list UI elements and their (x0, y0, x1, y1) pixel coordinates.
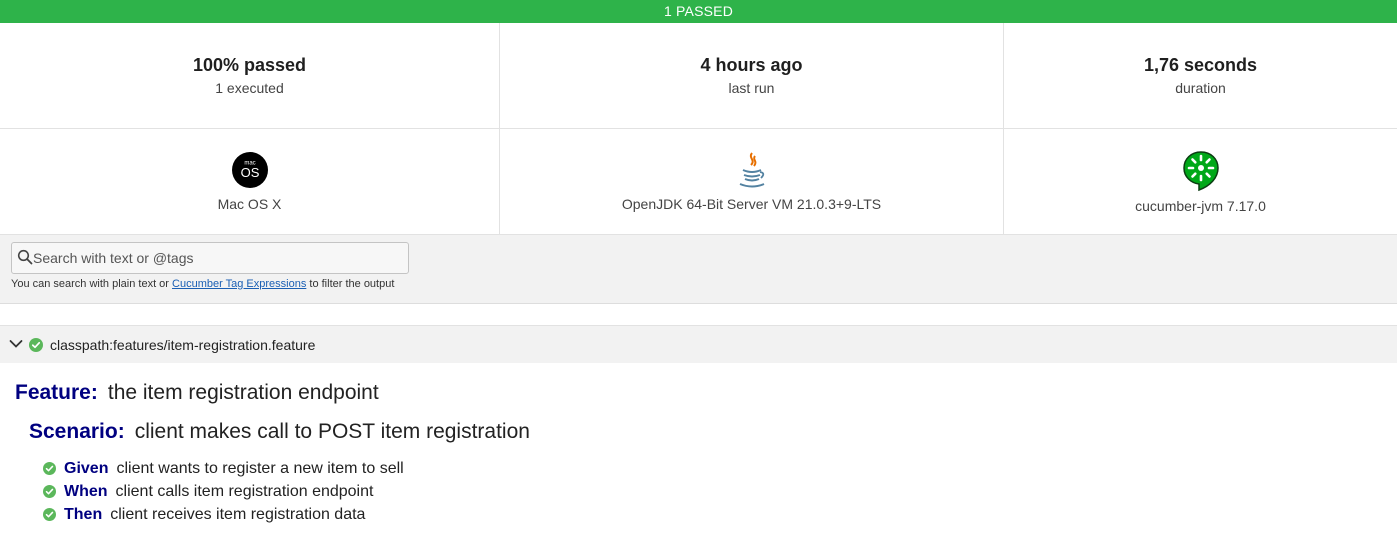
step-row: When client calls item registration endpo… (64, 483, 373, 501)
step-text: client receives item registration data (110, 506, 366, 523)
step-text: client wants to register a new item to s… (116, 460, 404, 477)
implementation-info: cucumber-jvm 7.17.0 (1004, 129, 1397, 235)
scenario-name: client makes call to POST item registrat… (134, 420, 530, 443)
scenario-keyword: Scenario: (29, 420, 125, 443)
runtime-label: OpenJDK 64-Bit Server VM 21.0.3+9-LTS (621, 196, 882, 212)
macos-icon: mac OS (231, 152, 268, 188)
cucumber-icon (1182, 151, 1219, 192)
step-passed-icon (43, 485, 56, 498)
scenario-title: Scenario: client makes call to POST item … (29, 420, 530, 444)
last-run-label: last run (728, 80, 775, 96)
duration-stat: 1,76 seconds duration (1004, 23, 1397, 129)
passed-percentage: 100% passed (192, 55, 307, 75)
search-icon (17, 249, 33, 265)
step-passed-icon (43, 462, 56, 475)
executed-count: 1 executed (215, 80, 284, 96)
status-banner: 1 PASSED (0, 0, 1397, 23)
step-keyword: Given (64, 460, 109, 477)
search-help-prefix: You can search with plain text or (11, 278, 173, 290)
search-box[interactable] (11, 242, 409, 274)
duration-label: duration (1175, 80, 1226, 96)
feature-keyword: Feature: (15, 381, 98, 404)
search-input[interactable] (33, 247, 403, 269)
last-run-value: 4 hours ago (700, 55, 803, 75)
macos-icon-text: OS (240, 165, 259, 180)
feature-file-path: classpath:features/item-registration.fea… (50, 337, 316, 353)
last-run-stat: 4 hours ago last run (500, 23, 1004, 129)
passed-stat: 100% passed 1 executed (0, 23, 500, 129)
runtime-info: OpenJDK 64-Bit Server VM 21.0.3+9-LTS (500, 129, 1004, 235)
implementation-label: cucumber-jvm 7.17.0 (1135, 198, 1266, 214)
java-icon (739, 152, 764, 188)
step-row: Then client receives item registration da… (64, 506, 365, 524)
search-help-text: You can search with plain text or Cucumb… (11, 278, 394, 290)
step-text: client calls item registration endpoint (115, 483, 374, 500)
step-row: Given client wants to register a new item… (64, 460, 404, 478)
step-passed-icon (43, 508, 56, 521)
feature-name: the item registration endpoint (107, 381, 379, 404)
feature-file-header[interactable]: classpath:features/item-registration.fea… (0, 325, 1397, 363)
summary-grid: 100% passed 1 executed 4 hours ago last … (0, 23, 1397, 235)
tag-expressions-link[interactable]: Cucumber Tag Expressions (172, 278, 306, 290)
feature-title: Feature: the item registration endpoint (15, 381, 379, 405)
search-section: You can search with plain text or Cucumb… (0, 235, 1397, 304)
step-keyword: Then (64, 506, 103, 523)
os-info: mac OS Mac OS X (0, 129, 500, 235)
duration-value: 1,76 seconds (1143, 55, 1258, 75)
os-label: Mac OS X (217, 196, 282, 212)
step-keyword: When (64, 483, 108, 500)
passed-check-icon (29, 338, 43, 352)
chevron-down-icon[interactable] (9, 339, 23, 349)
search-help-suffix: to filter the output (306, 278, 395, 290)
